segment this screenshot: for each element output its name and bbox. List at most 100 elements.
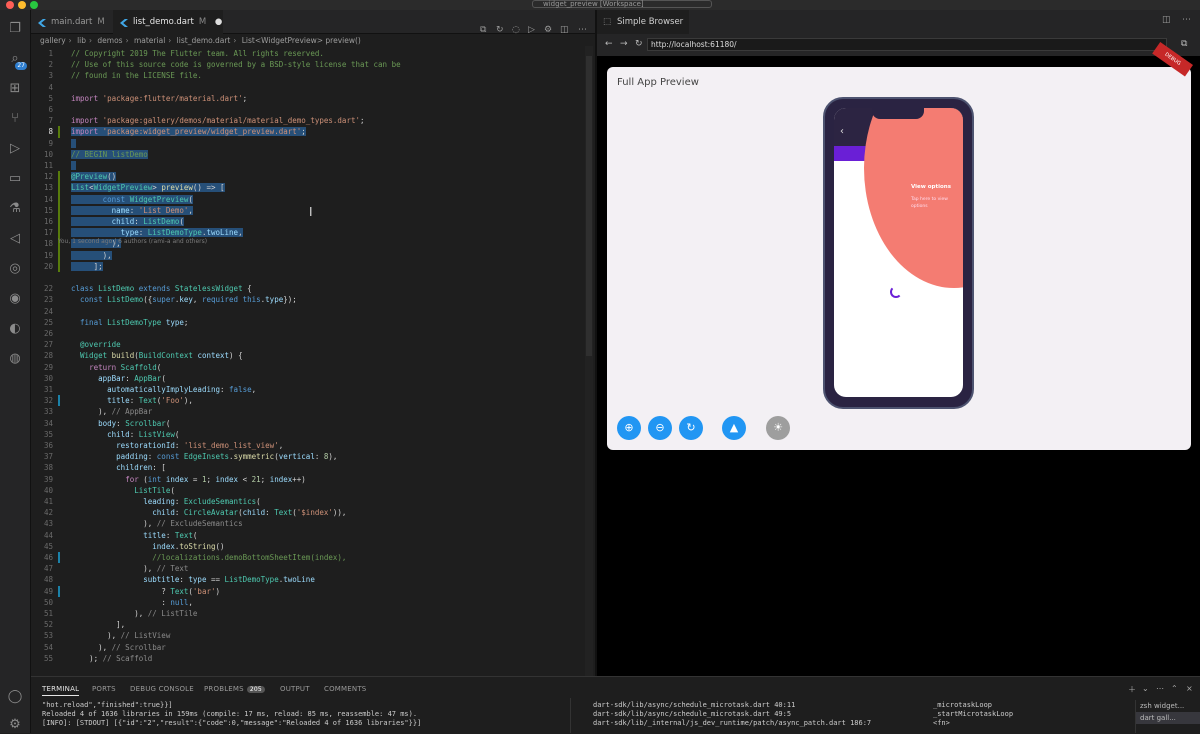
diff-gutter-marker[interactable]: [58, 227, 60, 239]
diff-gutter-marker[interactable]: [58, 585, 60, 597]
forward-icon[interactable]: →: [620, 39, 628, 49]
device-screen[interactable]: ‹ View options Tap here to view options: [834, 108, 963, 397]
breadcrumb-item[interactable]: list_demo.dart: [177, 36, 231, 45]
source-control-icon[interactable]: ⌕ 27: [6, 50, 27, 70]
code-line[interactable]: 48 subtitle: type == ListDemoType.twoLin…: [31, 574, 591, 585]
tab-comments[interactable]: COMMENTS: [324, 685, 366, 693]
code-line[interactable]: [31, 272, 591, 283]
database-icon[interactable]: ◎: [6, 260, 24, 278]
globe-icon[interactable]: ◍: [6, 350, 24, 368]
reset-zoom-button[interactable]: ↻: [679, 416, 703, 440]
editor-scrollbar[interactable]: [585, 46, 593, 676]
code-line[interactable]: 55 ); // Scaffold: [31, 653, 591, 664]
remote-explorer-icon[interactable]: ▭: [6, 170, 24, 188]
code-line[interactable]: 11: [31, 160, 591, 171]
diff-gutter-marker[interactable]: [58, 552, 60, 564]
zoom-in-button[interactable]: ⊕: [617, 416, 641, 440]
code-line[interactable]: 52 ],: [31, 619, 591, 630]
diff-gutter-marker[interactable]: [58, 204, 60, 216]
close-window-button[interactable]: [6, 1, 14, 9]
account-icon[interactable]: ◯: [6, 688, 24, 706]
maximize-panel-icon[interactable]: ⌃: [1171, 684, 1178, 693]
diff-gutter-marker[interactable]: [58, 395, 60, 407]
git-graph-icon[interactable]: ⑂: [6, 110, 24, 128]
code-line[interactable]: 36 restorationId: 'list_demo_list_view',: [31, 440, 591, 451]
diff-gutter-marker[interactable]: [58, 182, 60, 194]
terminal-list-item[interactable]: dart gall...: [1136, 712, 1200, 724]
diff-gutter-marker[interactable]: [58, 193, 60, 205]
settings-icon[interactable]: ⚙: [6, 716, 24, 734]
split-editor-icon[interactable]: ◫: [560, 25, 569, 35]
code-line[interactable]: 50 : null,: [31, 597, 591, 608]
code-line[interactable]: 31 automaticallyImplyLeading: false,: [31, 384, 591, 395]
brightness-toggle-button[interactable]: ☀: [766, 416, 790, 440]
scrollbar-thumb[interactable]: [586, 56, 592, 356]
terminal-output-left[interactable]: "hot.reload","finished":true}}] Reloaded…: [42, 701, 542, 728]
breadcrumb-item[interactable]: material: [134, 36, 165, 45]
open-external-icon[interactable]: ⧉: [1181, 39, 1187, 49]
code-line[interactable]: 6: [31, 104, 591, 115]
code-line[interactable]: 2 // Use of this source code is governed …: [31, 59, 591, 70]
code-line[interactable]: 24: [31, 306, 591, 317]
diff-gutter-marker[interactable]: [58, 216, 60, 228]
code-line[interactable]: 28 Widget build(BuildContext context) {: [31, 350, 591, 361]
git-blame-annotation[interactable]: You, 1 second ago | 6 authors (rami-a an…: [58, 238, 207, 245]
files-icon[interactable]: ❐: [6, 20, 24, 38]
code-line[interactable]: 9: [31, 138, 591, 149]
diff-gutter-marker[interactable]: [58, 126, 60, 138]
code-line[interactable]: 27 @override: [31, 339, 591, 350]
terminal-dropdown-icon[interactable]: ⌄: [1142, 684, 1149, 693]
code-line[interactable]: 51 ), // ListTile: [31, 608, 591, 619]
terminal-output-mid[interactable]: dart-sdk/lib/async/schedule_microtask.da…: [593, 701, 913, 728]
split-editor-icon[interactable]: ◫: [1162, 15, 1171, 25]
flutter-icon[interactable]: ◁: [6, 230, 24, 248]
code-line[interactable]: 42 child: CircleAvatar(child: Text('$ind…: [31, 507, 591, 518]
compare-icon[interactable]: ⧉: [480, 25, 486, 35]
tab-terminal[interactable]: TERMINAL: [42, 685, 80, 696]
code-line[interactable]: 43 ), // ExcludeSemantics: [31, 518, 591, 529]
history-icon[interactable]: ↻: [496, 25, 504, 35]
more-actions-icon[interactable]: ⋯: [1182, 15, 1191, 25]
more-actions-icon[interactable]: ⋯: [578, 25, 587, 35]
code-line[interactable]: 40 ListTile(: [31, 485, 591, 496]
debug-icon[interactable]: ⚙: [544, 25, 552, 35]
code-line[interactable]: 35 child: ListView(: [31, 429, 591, 440]
code-line[interactable]: 26: [31, 328, 591, 339]
code-line[interactable]: 13 List<WidgetPreview> preview() => [: [31, 182, 591, 194]
tab-output[interactable]: OUTPUT: [280, 685, 310, 693]
breadcrumb-item[interactable]: List<WidgetPreview> preview(): [242, 36, 361, 45]
run-debug-icon[interactable]: ▷: [6, 140, 24, 158]
code-line[interactable]: 4: [31, 82, 591, 93]
code-line[interactable]: 54 ), // Scrollbar: [31, 642, 591, 653]
terminal-list-item[interactable]: zsh widget...: [1136, 700, 1200, 712]
tab-ports[interactable]: PORTS: [92, 685, 116, 693]
tab-list-demo-dart[interactable]: list_demo.dart M ●: [113, 10, 223, 34]
code-line[interactable]: 39 for (int index = 1; index < 21; index…: [31, 474, 591, 485]
code-line[interactable]: 25 final ListDemoType type;: [31, 317, 591, 328]
code-line[interactable]: 17 type: ListDemoType.twoLine,: [31, 227, 591, 239]
code-line[interactable]: 37 padding: const EdgeInsets.symmetric(v…: [31, 451, 591, 462]
back-arrow-icon[interactable]: ‹: [840, 126, 844, 137]
tab-debug-console[interactable]: DEBUG CONSOLE: [130, 685, 194, 693]
code-line[interactable]: 3 // found in the LICENSE file.: [31, 70, 591, 81]
code-line[interactable]: 22 class ListDemo extends StatelessWidget…: [31, 283, 591, 294]
breadcrumb-item[interactable]: demos: [97, 36, 122, 45]
code-line[interactable]: 23 const ListDemo({super.key, required t…: [31, 294, 591, 305]
code-editor[interactable]: 1 // Copyright 2019 The Flutter team. All…: [31, 46, 595, 676]
new-terminal-icon[interactable]: ＋: [1128, 684, 1136, 695]
unsaved-dot-icon[interactable]: ●: [215, 17, 222, 27]
diff-gutter-marker[interactable]: [58, 260, 60, 272]
tab-main-dart[interactable]: main.dart M: [31, 10, 113, 34]
code-line[interactable]: 7 import 'package:gallery/demos/material/…: [31, 115, 591, 126]
minimize-window-button[interactable]: [18, 1, 26, 9]
tab-problems[interactable]: PROBLEMS 205: [204, 685, 265, 693]
terminal-split-divider[interactable]: [570, 698, 571, 733]
breadcrumb-item[interactable]: lib: [77, 36, 86, 45]
code-line[interactable]: 47 ), // Text: [31, 563, 591, 574]
run-icon[interactable]: ▷: [528, 25, 535, 35]
extensions-icon[interactable]: ⊞: [6, 80, 24, 98]
github-icon[interactable]: ◉: [6, 290, 24, 308]
back-icon[interactable]: ←: [605, 39, 613, 49]
open-changes-icon[interactable]: ◌: [512, 25, 520, 35]
code-line[interactable]: 45 index.toString(): [31, 541, 591, 552]
